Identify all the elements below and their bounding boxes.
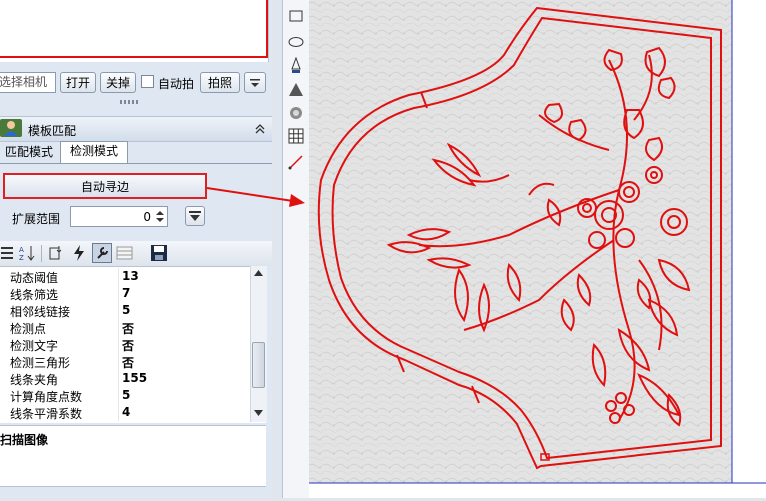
- panel-title: 模板匹配: [28, 124, 77, 138]
- property-value[interactable]: 否: [122, 354, 134, 371]
- auto-edge-button-label: 自动寻边: [80, 179, 129, 194]
- auto-shoot-label: 自动拍: [158, 77, 195, 91]
- property-value[interactable]: 155: [122, 371, 147, 385]
- property-separator: [118, 353, 119, 370]
- grid-tool-icon[interactable]: [287, 127, 305, 145]
- scan-image: [309, 0, 766, 484]
- left-panel: 选择相机 打开 关掉 自动拍 拍照 模板匹配 匹配模式 检测模式 自动寻边 扩展…: [0, 0, 272, 498]
- property-grid-icon[interactable]: [116, 244, 134, 262]
- events-lightning-icon[interactable]: [70, 244, 88, 262]
- property-separator: [118, 302, 119, 319]
- description-panel: 扫描图像: [0, 425, 266, 487]
- mode-tabs: 匹配模式 检测模式: [0, 141, 272, 164]
- property-separator: [118, 370, 119, 387]
- property-name: 计算角度点数: [10, 390, 83, 404]
- property-name: 线条夹角: [10, 373, 59, 387]
- property-row[interactable]: 计算角度点数 5: [0, 387, 250, 404]
- rectangle-tool-icon[interactable]: [287, 7, 305, 25]
- property-value[interactable]: 7: [122, 286, 130, 300]
- spin-arrows-icon[interactable]: [155, 209, 165, 224]
- open-button-label: 打开: [65, 76, 90, 90]
- property-value[interactable]: 否: [122, 320, 134, 337]
- tab-detect-mode-label: 检测模式: [69, 144, 118, 158]
- scroll-down-icon[interactable]: [254, 410, 263, 416]
- triangle-tool-icon[interactable]: [287, 81, 305, 99]
- property-separator: [118, 319, 119, 336]
- scroll-up-icon[interactable]: [254, 270, 263, 276]
- property-row[interactable]: 线条筛选 7: [0, 285, 250, 302]
- property-grid: 动态阈值 13 线条筛选 7 相邻线链接 5 检测点否检测文字否检测三角形否线条夹角 155 计…: [0, 266, 266, 423]
- description-title: 扫描图像: [0, 433, 49, 447]
- range-value: 0: [143, 210, 151, 224]
- list-dropdown-icon: [189, 211, 201, 221]
- tab-detect-mode[interactable]: 检测模式: [60, 141, 128, 163]
- property-separator: [118, 285, 119, 302]
- property-row[interactable]: 检测文字 否: [0, 336, 250, 353]
- template-match-header: 模板匹配: [0, 116, 272, 142]
- close-button-label: 关掉: [105, 76, 130, 90]
- save-icon[interactable]: [150, 244, 168, 262]
- wrench-icon[interactable]: [92, 243, 112, 263]
- property-separator: [118, 336, 119, 353]
- property-name: 相邻线链接: [10, 305, 71, 319]
- annotation-arrow: [206, 187, 305, 207]
- pen-tool-icon[interactable]: [287, 57, 305, 75]
- tab-match-mode-label: 匹配模式: [4, 145, 53, 159]
- property-row[interactable]: 检测点 否: [0, 319, 250, 336]
- tool-strip: [282, 0, 310, 498]
- svg-text:Z: Z: [19, 254, 24, 262]
- collapse-icon[interactable]: [255, 124, 265, 134]
- ellipse-tool-icon[interactable]: [287, 33, 305, 51]
- property-separator: [118, 404, 119, 421]
- property-row[interactable]: 线条平滑系数 4: [0, 404, 250, 421]
- property-name: 动态阈值: [10, 271, 59, 285]
- close-button[interactable]: 关掉: [100, 72, 136, 93]
- scroll-thumb[interactable]: [252, 342, 265, 388]
- tab-match-mode[interactable]: 匹配模式: [0, 143, 58, 163]
- svg-text:A: A: [19, 246, 24, 254]
- property-separator: [118, 268, 119, 285]
- line-tool-icon[interactable]: [287, 153, 305, 171]
- camera-preview: [0, 0, 269, 62]
- dropdown-icon: [250, 78, 260, 87]
- property-value[interactable]: 5: [122, 388, 130, 402]
- property-row[interactable]: 线条夹角 155: [0, 370, 250, 387]
- toolbar-dropdown-button[interactable]: [244, 72, 266, 93]
- user-panel-icon: [0, 119, 22, 137]
- property-row[interactable]: 动态阈值 13: [0, 268, 250, 285]
- property-row[interactable]: 相邻线链接 5: [0, 302, 250, 319]
- auto-shoot-checkbox[interactable]: [141, 75, 154, 88]
- property-name: 检测点: [10, 322, 47, 336]
- range-options-button[interactable]: [185, 206, 205, 226]
- property-value[interactable]: 13: [122, 269, 139, 283]
- camera-toolbar: 选择相机 打开 关掉 自动拍 拍照: [0, 68, 272, 96]
- shoot-button[interactable]: 拍照: [200, 72, 240, 93]
- property-name: 线条筛选: [10, 288, 59, 302]
- property-value[interactable]: 5: [122, 303, 130, 317]
- range-spinbox[interactable]: 0: [70, 206, 168, 227]
- property-name: 检测文字: [10, 339, 59, 353]
- property-separator: [118, 387, 119, 404]
- range-label: 扩展范围: [12, 212, 61, 226]
- camera-select[interactable]: 选择相机: [0, 72, 56, 93]
- splitter-handle[interactable]: [0, 98, 272, 108]
- circle-tool-icon[interactable]: [287, 104, 305, 122]
- categorized-icon[interactable]: [0, 245, 14, 261]
- property-scrollbar[interactable]: [250, 266, 267, 422]
- property-pages-icon[interactable]: [48, 244, 66, 262]
- property-name: 线条平滑系数: [10, 407, 83, 421]
- property-value[interactable]: 4: [122, 405, 130, 419]
- auto-edge-button[interactable]: 自动寻边: [3, 173, 207, 199]
- property-name: 检测三角形: [10, 356, 71, 370]
- shoot-button-label: 拍照: [207, 76, 232, 90]
- scan-canvas[interactable]: [309, 0, 766, 498]
- property-row[interactable]: 检测三角形 否: [0, 353, 250, 370]
- property-toolbar: A Z: [0, 241, 272, 266]
- property-value[interactable]: 否: [122, 337, 134, 354]
- camera-select-value: 选择相机: [0, 75, 48, 89]
- open-button[interactable]: 打开: [60, 72, 96, 93]
- sort-alpha-icon[interactable]: A Z: [18, 244, 36, 262]
